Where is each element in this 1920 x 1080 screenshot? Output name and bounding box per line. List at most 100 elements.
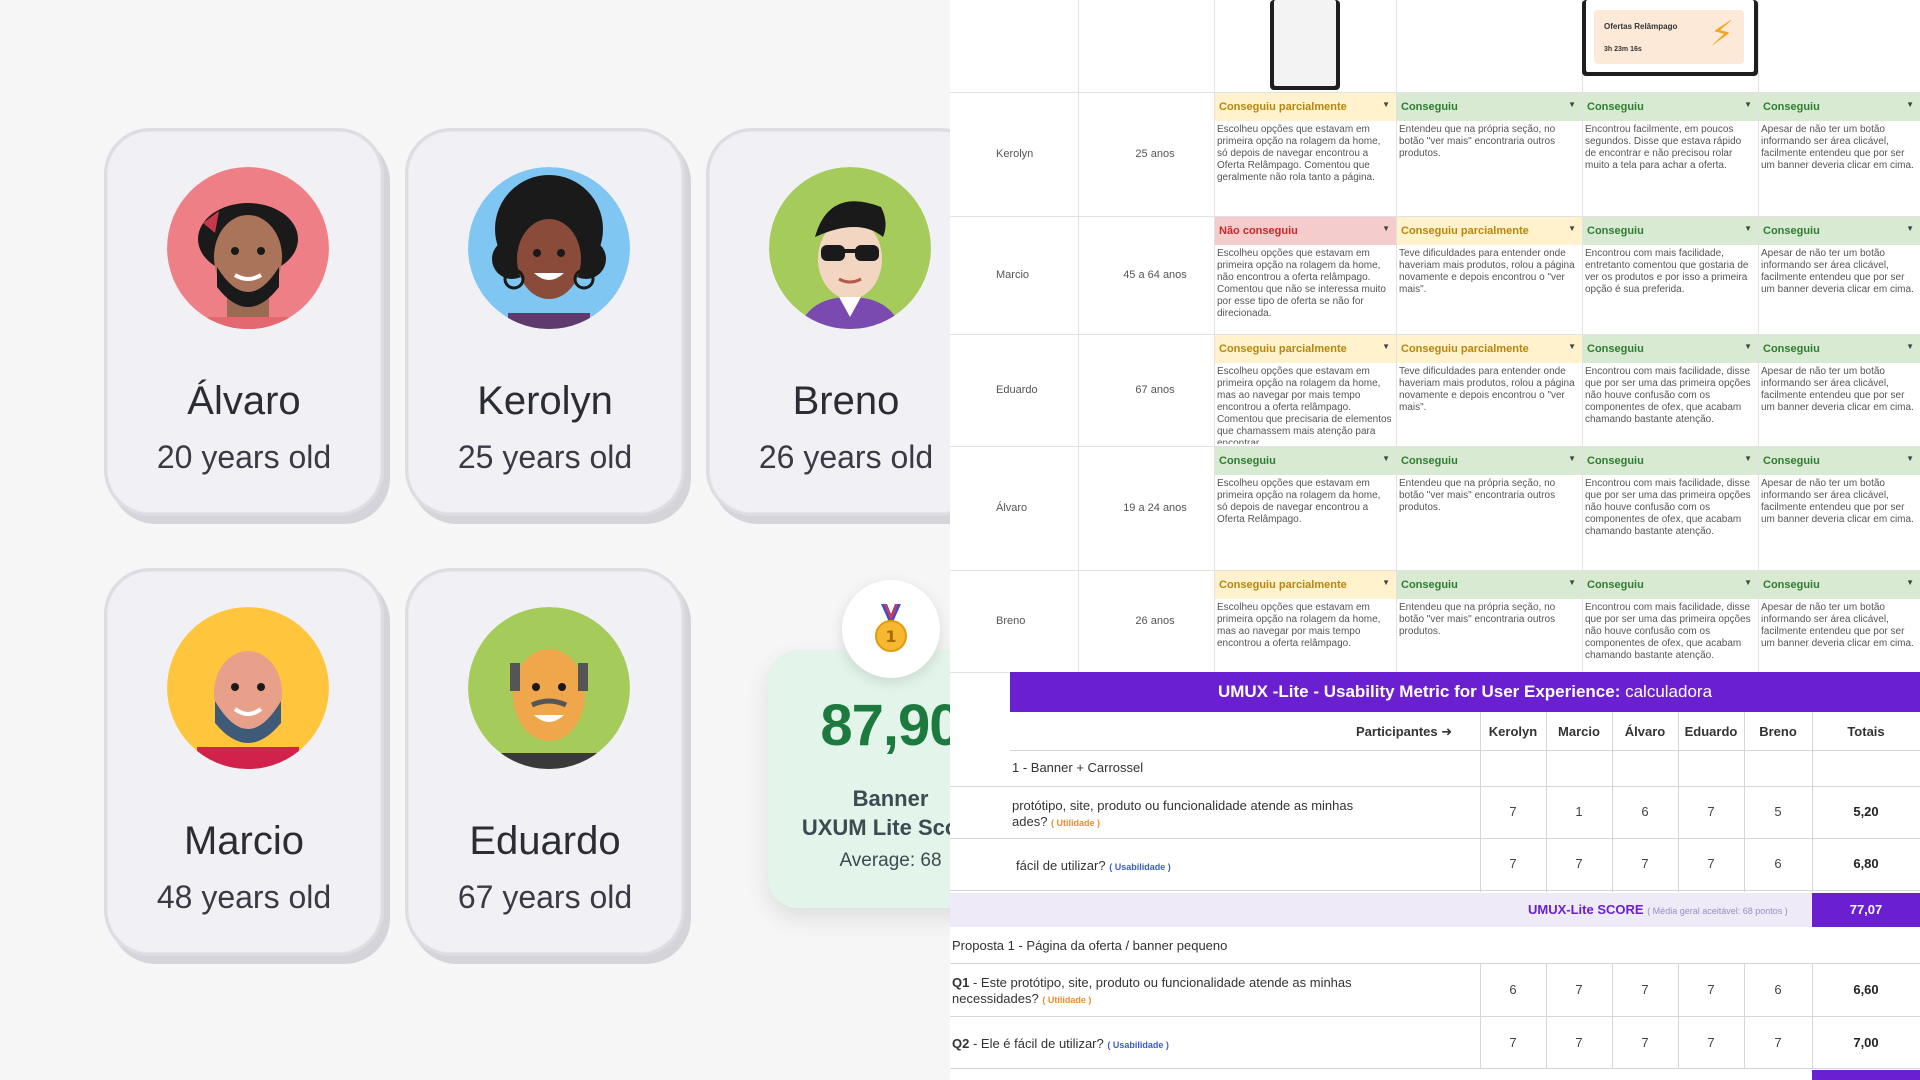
chevron-down-icon: ▼ [1744,100,1752,109]
gold-medal-icon: 1 [842,580,940,678]
task-status-dropdown[interactable]: Conseguiu ▼ [1583,335,1758,363]
task-status-label: Conseguiu [1219,455,1276,467]
row-participant-age: 25 anos [1135,148,1175,160]
task-status-dropdown[interactable]: Conseguiu parcialmente ▼ [1397,335,1582,363]
grid-line [1078,0,1079,672]
task-status-dropdown[interactable]: Conseguiu parcialmente ▼ [1397,217,1582,245]
task-status-label: Não conseguiu [1219,225,1298,237]
observation-note: Escolheu opções que estavam em primeira … [1217,366,1392,444]
observation-note: Entendeu que na própria seção, no botão … [1399,124,1556,159]
umux-score-cell: 7 [1641,856,1649,871]
table-line [1010,750,1920,751]
flash-offer-mockup: Ofertas Relâmpago 3h 23m 16s ⚡ [1582,0,1758,76]
task-status-dropdown[interactable]: Conseguiu parcialmente ▼ [1215,571,1396,599]
task-status-dropdown[interactable]: Conseguiu ▼ [1759,217,1920,245]
row-participant-age: 19 a 24 anos [1123,502,1187,514]
table-line [950,838,1920,839]
chevron-down-icon: ▼ [1744,454,1752,463]
participant-name: Breno [792,379,900,423]
observation-note: Encontrou com mais facilidade, disse que… [1585,602,1751,661]
observation-note: Entendeu que na própria seção, no botão … [1399,602,1556,637]
task-status-dropdown[interactable]: Conseguiu ▼ [1397,571,1582,599]
task-status-label: Conseguiu [1401,101,1458,113]
observation-note: Apesar de não ter um botão informando se… [1761,248,1914,295]
umux-score-cell: 6 [1774,856,1782,871]
row-participant-age: 26 anos [1135,615,1175,627]
task-status-label: Conseguiu [1587,225,1644,237]
participant-age: 26 years old [758,439,934,475]
task-status-label: Conseguiu parcialmente [1401,225,1529,237]
avatar-alvaro [167,167,329,329]
task-status-dropdown[interactable]: Não conseguiu ▼ [1215,217,1396,245]
chevron-down-icon: ▼ [1906,342,1914,351]
task-status-dropdown[interactable]: Conseguiu ▼ [1397,447,1582,475]
next-score-bar [1812,1070,1920,1080]
task-status-dropdown[interactable]: Conseguiu ▼ [1759,93,1920,121]
umux-score-cell: 7 [1774,1035,1782,1050]
chevron-down-icon: ▼ [1568,100,1576,109]
avatar-eduardo [468,607,630,769]
umux-column-header: Álvaro [1624,724,1666,739]
task-status-dropdown[interactable]: Conseguiu ▼ [1759,335,1920,363]
question-q1-text: Q1 - Este protótipo, site, produto ou fu… [952,975,1352,1006]
task-status-dropdown[interactable]: Conseguiu ▼ [1583,571,1758,599]
task-status-label: Conseguiu [1763,225,1820,237]
chevron-down-icon: ▼ [1744,342,1752,351]
task-status-dropdown[interactable]: Conseguiu ▼ [1397,93,1582,121]
observation-note: Entendeu que na própria seção, no botão … [1399,478,1556,513]
avatar-kerolyn [468,167,630,329]
chevron-down-icon: ▼ [1906,454,1914,463]
task-status-dropdown[interactable]: Conseguiu ▼ [1583,217,1758,245]
participants-panel: Álvaro 20 years old Kerolyn 25 years old… [0,0,1013,1080]
umux-row-total: 5,20 [1853,804,1879,819]
prototype-phone-mockup [1270,0,1340,90]
task-status-dropdown[interactable]: Conseguiu ▼ [1583,93,1758,121]
observation-note: Apesar de não ter um botão informando se… [1761,366,1914,413]
chevron-down-icon: ▼ [1382,578,1390,587]
umux-row-total: 6,80 [1853,856,1879,871]
umux-score-cell: 7 [1575,856,1583,871]
section-title: Proposta 1 - Página da oferta / banner p… [952,938,1228,953]
row-participant-age: 45 a 64 anos [1123,269,1187,281]
task-status-dropdown[interactable]: Conseguiu ▼ [1583,447,1758,475]
chevron-down-icon: ▼ [1382,342,1390,351]
task-status-label: Conseguiu parcialmente [1401,343,1529,355]
umux-score-cell: 7 [1707,1035,1715,1050]
umux-score-cell: 7 [1509,1035,1517,1050]
umux-score-cell: 5 [1774,804,1782,819]
umux-column-header: Totais [1847,724,1885,739]
observation-note: Escolheu opções que estavam em primeira … [1217,248,1386,319]
task-status-dropdown[interactable]: Conseguiu ▼ [1759,447,1920,475]
participant-name: Álvaro [187,379,301,423]
table-line [950,1068,1920,1069]
table-line [950,963,1920,964]
task-status-label: Conseguiu [1587,101,1644,113]
task-status-label: Conseguiu [1587,579,1644,591]
avatar-breno [769,167,931,329]
chevron-down-icon: ▼ [1568,342,1576,351]
chevron-down-icon: ▼ [1382,454,1390,463]
row-participant-name: Kerolyn [996,148,1034,160]
task-status-dropdown[interactable]: Conseguiu parcialmente ▼ [1215,335,1396,363]
task-status-dropdown[interactable]: Conseguiu ▼ [1215,447,1396,475]
observation-note: Escolheu opções que estavam em primeira … [1217,124,1381,183]
observation-note: Apesar de não ter um botão informando se… [1761,478,1914,525]
chevron-down-icon: ▼ [1906,578,1914,587]
participant-age: 25 years old [457,439,633,475]
task-status-dropdown[interactable]: Conseguiu ▼ [1759,571,1920,599]
umux-score-cell: 1 [1575,804,1583,819]
task-status-dropdown[interactable]: Conseguiu parcialmente ▼ [1215,93,1396,121]
umux-score-cell: 6 [1641,804,1649,819]
umux-row-total: 7,00 [1853,1035,1879,1050]
umux-score-cell: 6 [1774,982,1782,997]
chevron-down-icon: ▼ [1568,578,1576,587]
umux-score-cell: 7 [1641,982,1649,997]
umux-column-header: Breno [1759,724,1797,739]
participant-age: 67 years old [457,879,633,915]
task-status-label: Conseguiu [1401,579,1458,591]
participant-name: Eduardo [469,819,621,863]
observation-note: Teve dificuldades para entender onde hav… [1399,248,1575,295]
chevron-down-icon: ▼ [1382,100,1390,109]
medal-number: 1 [885,627,896,646]
umux-score-cell: 7 [1641,1035,1649,1050]
